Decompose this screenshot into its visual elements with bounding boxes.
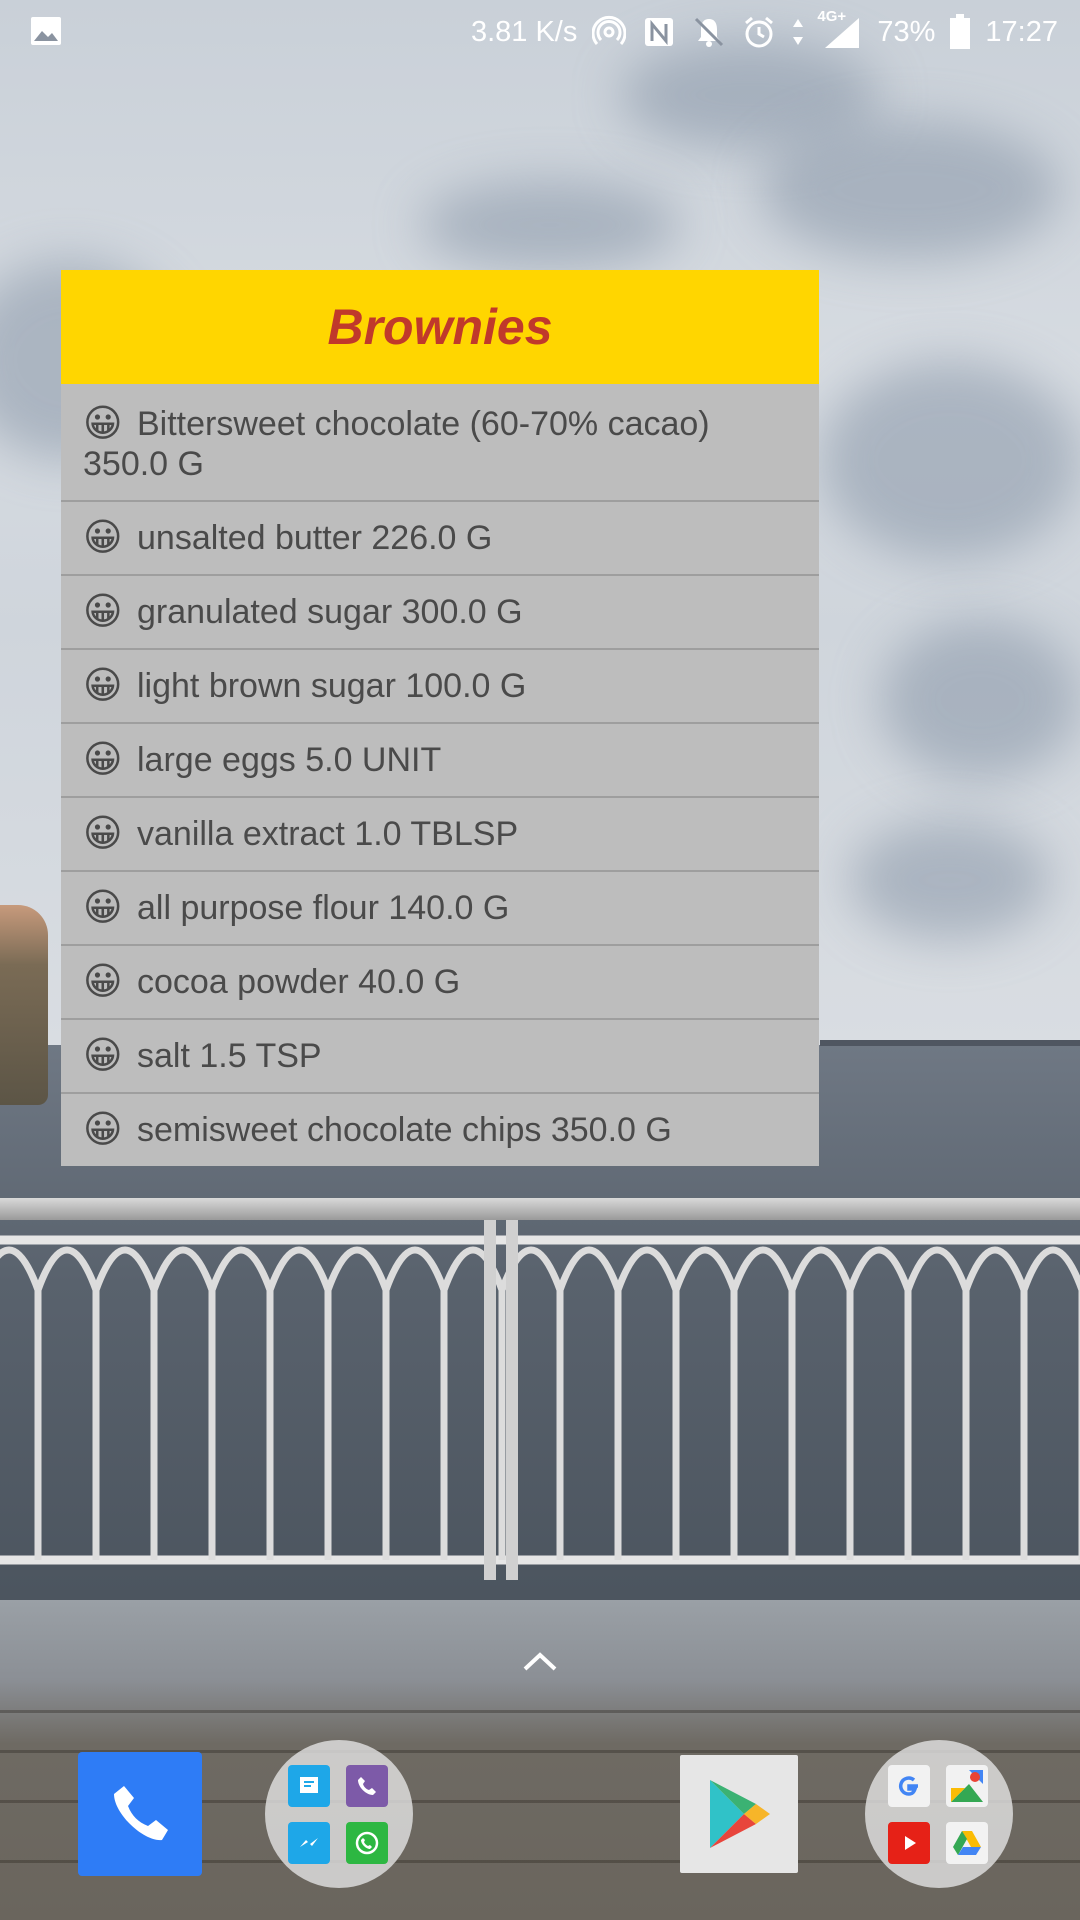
person-photo (0, 905, 48, 1105)
drive-icon (946, 1822, 988, 1864)
smiley-icon: 😀 (83, 1109, 123, 1151)
network-type: 4G+ (817, 8, 847, 25)
google-icon (888, 1765, 930, 1807)
data-arrows-icon (791, 14, 805, 50)
smiley-icon: 😀 (83, 591, 123, 633)
battery-icon (949, 14, 971, 50)
ingredient-item[interactable]: 😀 Bittersweet chocolate (60-70% cacao) 35… (61, 384, 819, 500)
messenger-icon (288, 1822, 330, 1864)
google-folder[interactable] (865, 1740, 1013, 1888)
smiley-icon: 😀 (83, 665, 123, 707)
smiley-icon: 😀 (83, 1035, 123, 1077)
ingredient-item[interactable]: 😀 unsalted butter 226.0 G (61, 500, 819, 574)
recipe-title: Brownies (327, 299, 553, 355)
ingredient-text: large eggs 5.0 UNIT (137, 741, 442, 779)
ingredient-text: Bittersweet chocolate (60-70% cacao) 350… (83, 405, 710, 483)
smiley-icon: 😀 (83, 517, 123, 559)
ingredient-text: cocoa powder 40.0 G (137, 963, 461, 1001)
ingredient-item[interactable]: 😀 salt 1.5 TSP (61, 1018, 819, 1092)
ingredient-text: all purpose flour 140.0 G (137, 889, 510, 927)
gallery-icon (31, 17, 61, 45)
smiley-icon: 😀 (83, 887, 123, 929)
bell-off-icon (691, 14, 727, 50)
ingredient-item[interactable]: 😀 cocoa powder 40.0 G (61, 944, 819, 1018)
ingredient-item[interactable]: 😀 light brown sugar 100.0 G (61, 648, 819, 722)
battery-percent: 73% (877, 15, 936, 48)
fence (0, 1220, 1080, 1580)
ingredient-item[interactable]: 😀 granulated sugar 300.0 G (61, 574, 819, 648)
messaging-folder[interactable] (265, 1740, 413, 1888)
ingredient-text: unsalted butter 226.0 G (137, 519, 493, 557)
ingredient-text: granulated sugar 300.0 G (137, 593, 523, 631)
play-store-icon[interactable] (680, 1755, 798, 1873)
maps-icon (946, 1765, 988, 1807)
whatsapp-icon (346, 1822, 388, 1864)
smiley-icon: 😀 (83, 961, 123, 1003)
ingredient-text: light brown sugar 100.0 G (137, 667, 527, 705)
nfc-icon (641, 14, 677, 50)
viber-icon (346, 1765, 388, 1807)
ingredient-item[interactable]: 😀 semisweet chocolate chips 350.0 G (61, 1092, 819, 1166)
ingredient-item[interactable]: 😀 all purpose flour 140.0 G (61, 870, 819, 944)
widget-header[interactable]: Brownies (61, 270, 819, 384)
ingredient-list: 😀 Bittersweet chocolate (60-70% cacao) 35… (61, 384, 819, 1166)
signal-icon: 4G+ (817, 8, 863, 50)
messages-icon (288, 1765, 330, 1807)
youtube-icon (888, 1822, 930, 1864)
alarm-icon (741, 14, 777, 50)
ingredient-text: salt 1.5 TSP (137, 1037, 322, 1075)
clock: 17:27 (985, 15, 1058, 48)
railing-top (0, 1198, 1080, 1220)
network-speed: 3.81 K/s (470, 15, 578, 48)
status-bar: 3.81 K/s 4G+ 73% 17:27 (0, 0, 1080, 64)
smiley-icon: 😀 (83, 739, 123, 781)
recipe-widget[interactable]: Brownies 😀 Bittersweet chocolate (60-70% … (61, 270, 819, 1166)
ingredient-text: vanilla extract 1.0 TBLSP (137, 815, 519, 853)
ingredient-text: semisweet chocolate chips 350.0 G (137, 1111, 672, 1149)
phone-app-icon[interactable] (78, 1752, 202, 1876)
app-drawer-arrow-icon[interactable] (522, 1650, 558, 1672)
ingredient-item[interactable]: 😀 vanilla extract 1.0 TBLSP (61, 796, 819, 870)
ingredient-item[interactable]: 😀 large eggs 5.0 UNIT (61, 722, 819, 796)
smiley-icon: 😀 (83, 813, 123, 855)
horizon (820, 1040, 1080, 1046)
hotspot-icon (591, 14, 627, 50)
